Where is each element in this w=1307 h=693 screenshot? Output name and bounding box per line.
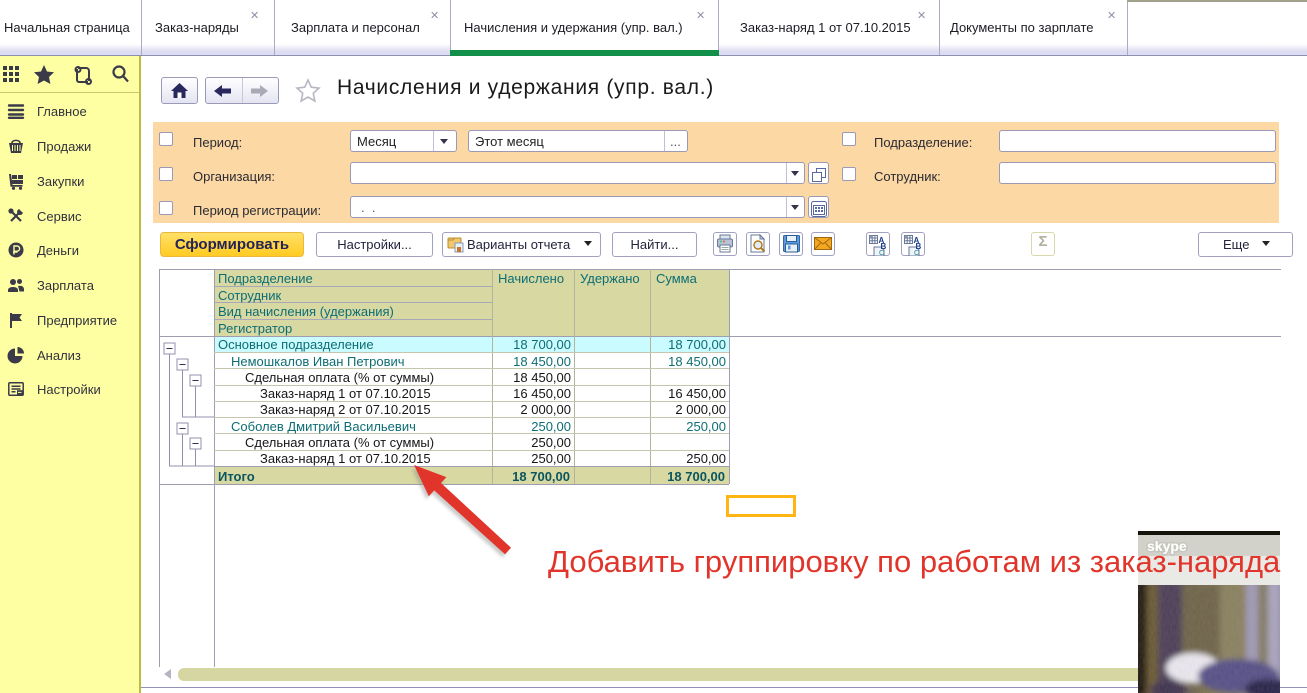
svg-text:C: C bbox=[914, 250, 919, 256]
svg-text:C: C bbox=[879, 250, 884, 256]
